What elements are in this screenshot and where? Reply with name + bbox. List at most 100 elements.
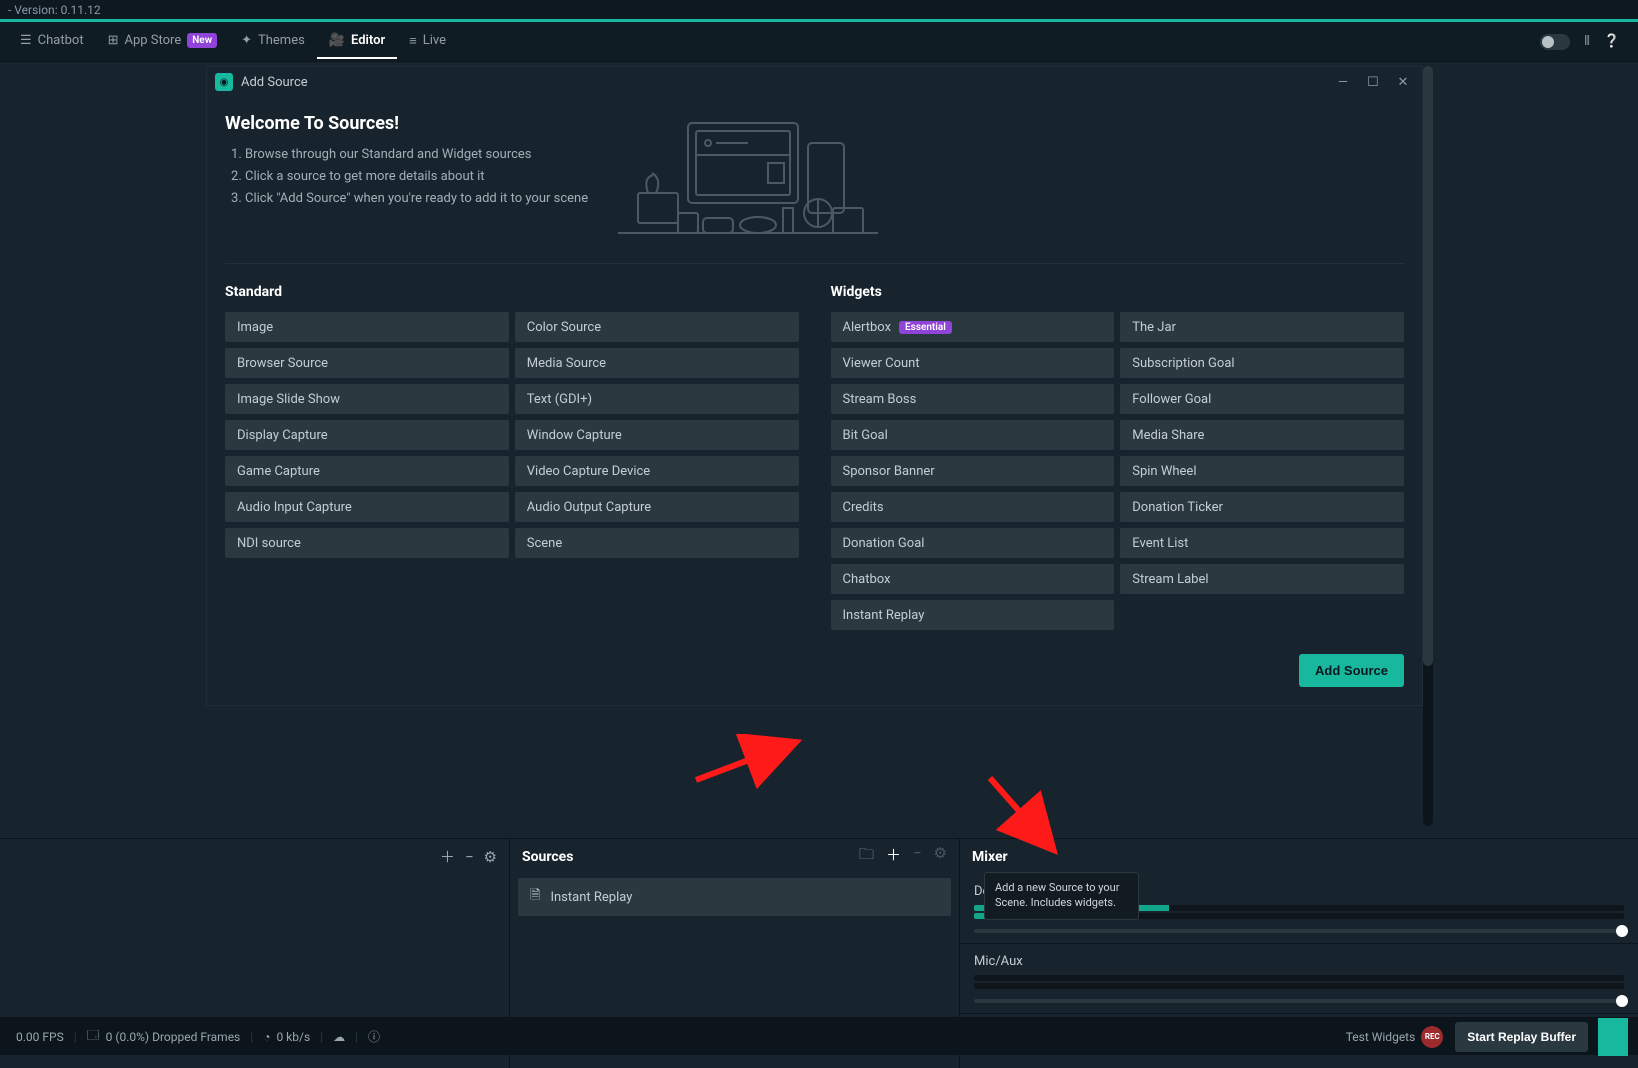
source-media-source[interactable]: Media Source	[515, 348, 799, 378]
modal-step-1: Browse through our Standard and Widget s…	[245, 146, 588, 164]
modal-scrollbar[interactable]	[1423, 66, 1433, 826]
widget-stream-boss[interactable]: Stream Boss	[831, 384, 1115, 414]
nav-right-controls: ⫴ ❔	[1540, 34, 1630, 50]
help-icon[interactable]: ❔	[1604, 34, 1620, 49]
record-button[interactable]: REC	[1421, 1026, 1443, 1048]
volume-slider[interactable]	[974, 929, 1624, 933]
sources-remove-icon[interactable]: −	[913, 844, 922, 869]
source-audio-output-capture[interactable]: Audio Output Capture	[515, 492, 799, 522]
widget-instant-replay[interactable]: Instant Replay	[831, 600, 1115, 630]
sources-gear-icon[interactable]: ⚙	[934, 844, 947, 869]
volume-meter-icon	[974, 983, 1624, 989]
mixer-mic-name: Mic/Aux	[974, 954, 1624, 969]
widget-donation-ticker[interactable]: Donation Ticker	[1120, 492, 1404, 522]
widget-alertbox-label: Alertbox	[843, 320, 892, 335]
source-image-slide-show[interactable]: Image Slide Show	[225, 384, 509, 414]
status-info[interactable]: ⓘ	[362, 1028, 386, 1045]
scenes-panel-head: ＋ − ⚙	[0, 838, 509, 874]
sources-add-icon[interactable]: ＋	[886, 844, 901, 869]
live-icon: ≡	[409, 33, 417, 49]
standard-group: Standard Image Color Source Browser Sour…	[225, 284, 799, 630]
top-nav: ☰ Chatbot ⊞ App Store New ✦ Themes 🎥 Edi…	[0, 22, 1638, 62]
widget-alertbox[interactable]: Alertbox Essential	[831, 312, 1115, 342]
source-browser-source[interactable]: Browser Source	[225, 348, 509, 378]
scenes-remove-icon[interactable]: −	[465, 848, 474, 866]
source-audio-input-capture[interactable]: Audio Input Capture	[225, 492, 509, 522]
source-game-capture[interactable]: Game Capture	[225, 456, 509, 486]
source-color-source[interactable]: Color Source	[515, 312, 799, 342]
chat-icon: ☰	[20, 33, 32, 48]
annotation-arrow-icon	[686, 734, 806, 790]
nav-editor-label: Editor	[351, 33, 385, 48]
widget-subscription-goal[interactable]: Subscription Goal	[1120, 348, 1404, 378]
widget-viewer-count[interactable]: Viewer Count	[831, 348, 1115, 378]
folder-add-icon[interactable]: 🗀	[859, 844, 874, 869]
nav-chatbot[interactable]: ☰ Chatbot	[8, 24, 96, 59]
standard-grid: Image Color Source Browser Source Media …	[225, 312, 799, 558]
status-bitrate: ◔ 0 kb/s	[257, 1030, 316, 1044]
source-ndi[interactable]: NDI source	[225, 528, 509, 558]
widget-event-list[interactable]: Event List	[1120, 528, 1404, 558]
theme-toggle[interactable]	[1540, 34, 1570, 50]
desk-illustration-icon	[618, 113, 878, 243]
main-canvas: ◉ Add Source — ☐ ✕ Welcome To Sources! B…	[0, 62, 1638, 1017]
widget-donation-goal[interactable]: Donation Goal	[831, 528, 1115, 558]
widget-the-jar[interactable]: The Jar	[1120, 312, 1404, 342]
source-text-gdi[interactable]: Text (GDI+)	[515, 384, 799, 414]
volume-meter-icon	[974, 975, 1624, 981]
modal-step-3: Click "Add Source" when you're ready to …	[245, 190, 588, 208]
widget-bit-goal[interactable]: Bit Goal	[831, 420, 1115, 450]
widget-stream-label[interactable]: Stream Label	[1120, 564, 1404, 594]
nav-appstore[interactable]: ⊞ App Store New	[96, 24, 230, 59]
source-image[interactable]: Image	[225, 312, 509, 342]
go-live-button[interactable]	[1598, 1018, 1628, 1056]
widget-follower-goal[interactable]: Follower Goal	[1120, 384, 1404, 414]
modal-hero-art	[608, 113, 888, 243]
mixer-mic-aux: Mic/Aux	[960, 944, 1638, 1014]
nav-live[interactable]: ≡ Live	[397, 24, 458, 60]
source-display-capture[interactable]: Display Capture	[225, 420, 509, 450]
test-widgets-link[interactable]: Test Widgets	[1346, 1030, 1416, 1044]
badge-essential: Essential	[899, 321, 952, 334]
widgets-grid: Alertbox Essential The Jar Viewer Count …	[831, 312, 1405, 630]
mixer-heading: Mixer	[972, 849, 1008, 865]
close-button[interactable]: ✕	[1392, 75, 1414, 90]
widget-credits[interactable]: Credits	[831, 492, 1115, 522]
widget-media-share[interactable]: Media Share	[1120, 420, 1404, 450]
widget-spin-wheel[interactable]: Spin Wheel	[1120, 456, 1404, 486]
camera-icon: 🎥	[329, 33, 345, 48]
status-cloud[interactable]: ☁	[327, 1030, 351, 1044]
source-item-label: Instant Replay	[550, 890, 632, 905]
maximize-button[interactable]: ☐	[1362, 75, 1384, 90]
themes-icon: ✦	[241, 33, 252, 48]
start-replay-buffer-button[interactable]: Start Replay Buffer	[1455, 1022, 1588, 1052]
nav-editor[interactable]: 🎥 Editor	[317, 24, 397, 59]
source-video-capture-device[interactable]: Video Capture Device	[515, 456, 799, 486]
modal-step-2: Click a source to get more details about…	[245, 168, 588, 186]
nav-live-label: Live	[423, 33, 446, 48]
cloud-icon: ☁	[333, 1030, 345, 1044]
source-window-capture[interactable]: Window Capture	[515, 420, 799, 450]
source-list-item[interactable]: 🗎 Instant Replay	[518, 878, 951, 916]
nav-themes[interactable]: ✦ Themes	[229, 24, 317, 59]
rec-label: REC	[1425, 1032, 1440, 1041]
columns-icon[interactable]: ⫴	[1584, 34, 1589, 49]
source-scene[interactable]: Scene	[515, 528, 799, 558]
info-icon: ⓘ	[368, 1028, 380, 1045]
status-dropped: 🗔 0 (0.0%) Dropped Frames	[81, 1026, 247, 1047]
minimize-button[interactable]: —	[1332, 75, 1354, 90]
nav-themes-label: Themes	[258, 33, 305, 48]
nav-appstore-label: App Store	[124, 33, 181, 48]
slider-thumb-icon	[1616, 995, 1628, 1007]
widget-sponsor-banner[interactable]: Sponsor Banner	[831, 456, 1115, 486]
scenes-gear-icon[interactable]: ⚙	[484, 848, 497, 866]
nav-chatbot-label: Chatbot	[38, 33, 84, 48]
modal-body: Welcome To Sources! Browse through our S…	[207, 97, 1422, 705]
add-source-button[interactable]: Add Source	[1299, 654, 1404, 687]
scenes-add-icon[interactable]: ＋	[440, 846, 455, 867]
standard-heading: Standard	[225, 284, 799, 300]
title-bar: - Version: 0.11.12	[0, 0, 1638, 22]
volume-slider[interactable]	[974, 999, 1624, 1003]
slider-thumb-icon	[1616, 925, 1628, 937]
widget-chatbox[interactable]: Chatbox	[831, 564, 1115, 594]
